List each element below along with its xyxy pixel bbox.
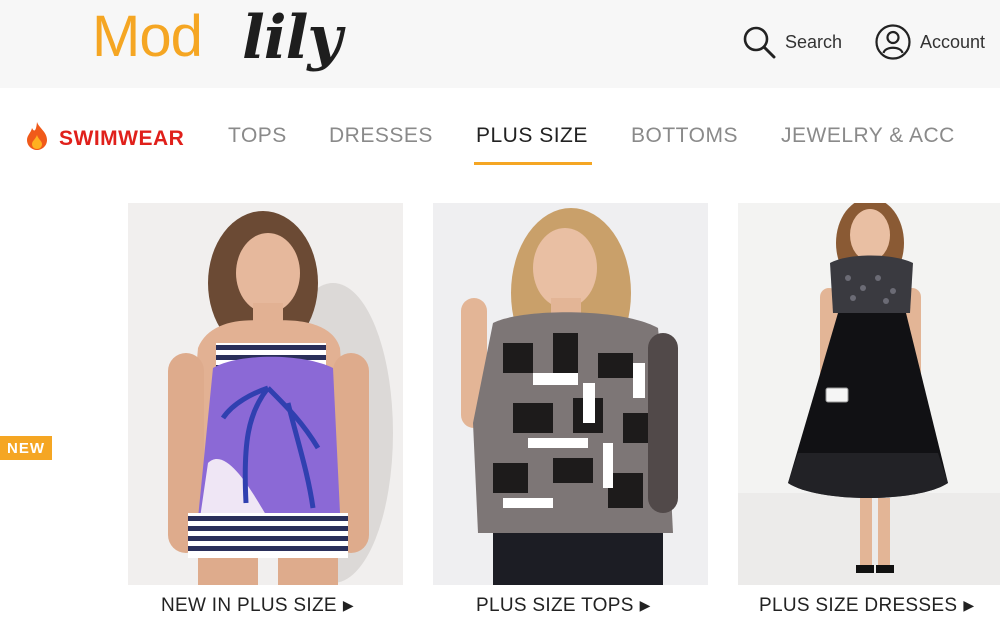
caption-arrow-icon: ▶: [639, 597, 651, 613]
new-badge[interactable]: NEW: [0, 436, 52, 460]
product-card-new-in-plus-size[interactable]: NEW IN PLUS SIZE ▶: [128, 203, 403, 616]
product-image[interactable]: [738, 203, 1000, 585]
product-caption[interactable]: PLUS SIZE DRESSES ▶: [759, 595, 974, 617]
nav-item-tops[interactable]: TOPS: [228, 124, 287, 148]
caption-text: PLUS SIZE TOPS: [476, 595, 634, 616]
category-nav: SWIMWEAR TOPS DRESSES PLUS SIZE BOTTOMS …: [0, 88, 1000, 178]
product-image[interactable]: [433, 203, 708, 585]
caption-text: NEW IN PLUS SIZE: [161, 595, 337, 616]
search-label: Search: [785, 31, 843, 52]
search-icon: [741, 24, 777, 60]
search-button[interactable]: Search: [741, 22, 842, 62]
product-card-plus-size-tops[interactable]: PLUS SIZE TOPS ▶: [433, 203, 708, 616]
nav-item-jewelry-acc[interactable]: JEWELRY & ACC: [781, 124, 955, 148]
account-icon: [874, 23, 912, 61]
product-image[interactable]: [128, 203, 403, 585]
product-card-plus-size-dresses[interactable]: PLUS SIZE DRESSES ▶: [738, 203, 1000, 616]
caption-arrow-icon: ▶: [342, 597, 354, 613]
logo-text-lily: lily: [242, 3, 342, 73]
nav-item-bottoms[interactable]: BOTTOMS: [631, 124, 738, 148]
active-tab-underline: [474, 162, 592, 165]
caption-arrow-icon: ▶: [963, 597, 975, 613]
logo-text-mod: Mod: [92, 4, 203, 69]
nav-label-swimwear: SWIMWEAR: [59, 127, 185, 150]
flame-icon: [25, 121, 49, 157]
caption-text: PLUS SIZE DRESSES: [759, 595, 958, 616]
product-caption[interactable]: NEW IN PLUS SIZE ▶: [161, 595, 354, 617]
nav-item-dresses[interactable]: DRESSES: [329, 124, 433, 148]
nav-item-swimwear[interactable]: SWIMWEAR: [25, 121, 184, 157]
product-caption[interactable]: PLUS SIZE TOPS ▶: [476, 595, 651, 617]
account-button[interactable]: Account: [874, 22, 985, 62]
site-header: Mod lily Search Account: [0, 0, 1000, 88]
nav-item-plus-size[interactable]: PLUS SIZE: [476, 124, 588, 148]
account-label: Account: [920, 31, 986, 52]
